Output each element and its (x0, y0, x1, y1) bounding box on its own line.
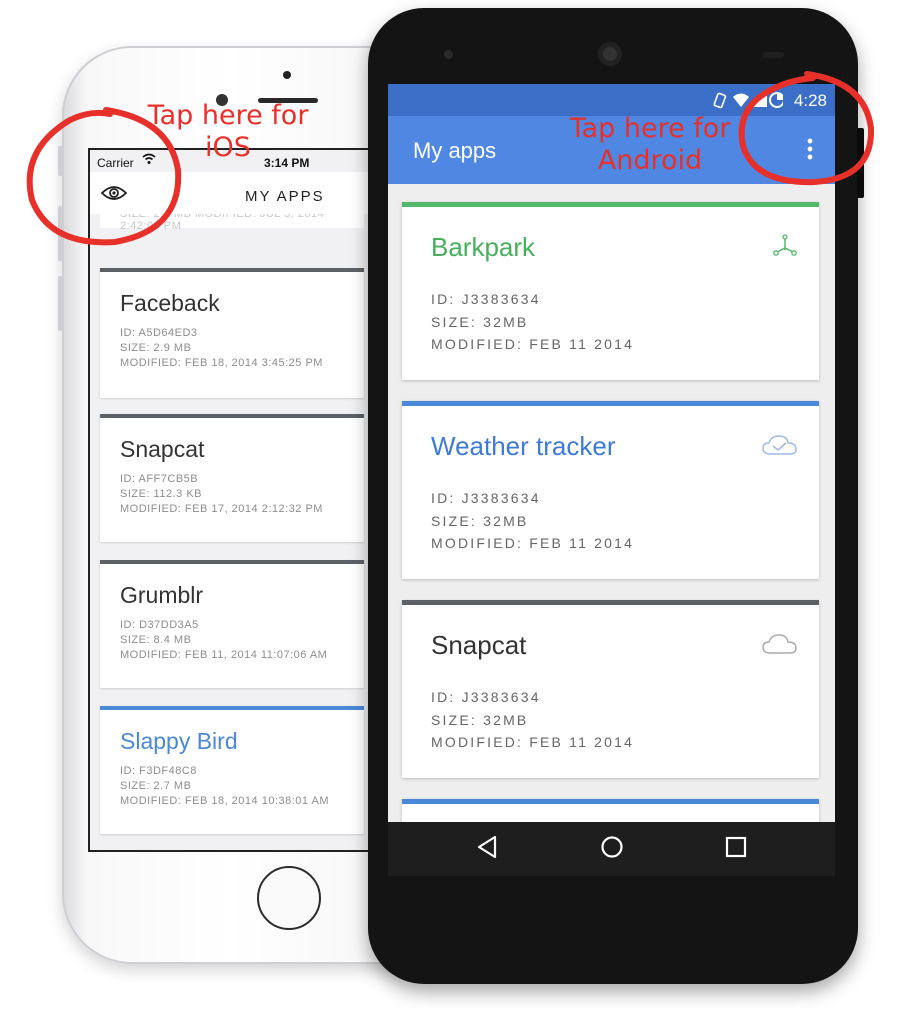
app-id: ID: F3DF48C8 (120, 765, 197, 777)
app-size: SIZE: 2.7 MB (120, 780, 192, 792)
card-accent-bar (100, 268, 364, 272)
page-title: My apps (413, 138, 497, 163)
app-id: ID: J3383634 (431, 689, 541, 705)
app-size: SIZE: 8.4 MB (120, 634, 192, 646)
app-name: Faceback (120, 290, 220, 316)
android-annotation-line1: Tap here for (569, 113, 731, 144)
android-annotation-line2: Android (597, 145, 703, 176)
app-name: Barkpark (431, 232, 536, 262)
app-size: SIZE: 112.3 KB (120, 488, 203, 500)
app-id: ID: D37DD3A5 (120, 619, 199, 631)
back-icon[interactable] (476, 835, 498, 864)
app-modified: MODIFIED: FEB 11, 2014 11:07:06 AM (120, 649, 328, 661)
list-item[interactable]: Faceback ID: A5D64ED3 SIZE: 2.9 MB MODIF… (100, 268, 364, 398)
app-modified: MODIFIED: FEB 17, 2014 2:12:32 PM (120, 503, 323, 515)
list-item[interactable]: Slappy Bird ID: F3DF48C8 SIZE: 2.7 MB MO… (100, 706, 364, 834)
app-modified: MODIFIED: FEB 18, 2014 3:45:25 PM (120, 357, 323, 369)
card-accent-bar (402, 600, 819, 605)
app-modified: MODIFIED: FEB 11 2014 (431, 535, 635, 551)
app-meta: ID: J3383634 SIZE: 32MB MODIFIED: FEB 11… (431, 487, 634, 555)
app-size: SIZE: 2.9 MB (120, 342, 192, 354)
ios-screen: Carrier 3:14 PM SIZE: 2.1 MB MODIFIED: J… (88, 148, 412, 852)
list-item[interactable]: Snapcat ID: AFF7CB5B SIZE: 112.3 KB MODI… (100, 414, 364, 542)
app-name: Slappy Bird (120, 728, 238, 754)
app-meta: ID: AFF7CB5B SIZE: 112.3 KB MODIFIED: FE… (120, 472, 364, 517)
volume-down-button (58, 276, 63, 331)
fork-icon (771, 234, 799, 263)
app-id: ID: J3383634 (431, 291, 541, 307)
app-name: Weather tracker (431, 431, 616, 461)
proximity-sensor (762, 52, 784, 58)
card-accent-bar (402, 202, 819, 207)
card-accent-bar (402, 401, 819, 406)
card-accent-bar (402, 799, 819, 804)
app-meta: ID: D37DD3A5 SIZE: 8.4 MB MODIFIED: FEB … (120, 618, 364, 663)
android-screen: 4:28 My apps Barkpark ID: J3383634 SIZE:… (388, 84, 835, 876)
android-annotation-circle (738, 71, 875, 186)
list-item[interactable]: Snapcat ID: J3383634 SIZE: 32MB MODIFIED… (402, 600, 819, 778)
ios-annotation-label: Tap here for iOS (138, 100, 318, 164)
cloud-check-icon (761, 433, 799, 462)
list-item[interactable]: Grumblr ID: D37DD3A5 SIZE: 8.4 MB MODIFI… (100, 560, 364, 688)
card-accent-bar (100, 706, 364, 710)
home-icon[interactable] (600, 835, 624, 864)
app-size: SIZE: 32MB (431, 313, 529, 330)
page-title: MY APPS (245, 188, 325, 205)
front-camera (444, 50, 453, 59)
app-size: SIZE: 32MB (431, 512, 529, 529)
app-name: Snapcat (120, 436, 205, 462)
list-item[interactable]: Barkpark ID: J3383634 SIZE: 32MB MODIFIE… (402, 202, 819, 380)
android-nav-bar (388, 822, 835, 876)
app-meta: ID: A5D64ED3 SIZE: 2.9 MB MODIFIED: FEB … (120, 326, 364, 371)
list-item[interactable]: Weather tracker ID: J3383634 SIZE: 32MB … (402, 401, 819, 579)
home-button[interactable] (257, 866, 321, 930)
app-meta: ID: F3DF48C8 SIZE: 2.7 MB MODIFIED: FEB … (120, 764, 364, 809)
proximity-sensor (283, 71, 291, 79)
ios-annotation-line2: iOS (205, 132, 251, 163)
card-accent-bar (100, 560, 364, 564)
ios-annotation-line1: Tap here for (147, 100, 309, 131)
earpiece-speaker (598, 42, 622, 66)
app-id: ID: AFF7CB5B (120, 473, 199, 485)
android-annotation-label: Tap here for Android (560, 113, 740, 177)
app-meta: ID: J3383634 SIZE: 32MB MODIFIED: FEB 11… (431, 288, 634, 356)
recents-icon[interactable] (725, 835, 747, 864)
app-modified: MODIFIED: FEB 11 2014 (431, 336, 635, 352)
app-id: ID: J3383634 (431, 490, 541, 506)
app-meta: ID: J3383634 SIZE: 32MB MODIFIED: FEB 11… (431, 686, 634, 754)
cloud-icon (761, 632, 799, 661)
app-modified: MODIFIED: FEB 11 2014 (431, 734, 635, 750)
app-id: ID: A5D64ED3 (120, 327, 198, 339)
app-name: Snapcat (431, 630, 527, 660)
card-accent-bar (100, 414, 364, 418)
app-modified: MODIFIED: FEB 18, 2014 10:38:01 AM (120, 795, 329, 807)
app-size: SIZE: 32MB (431, 711, 529, 728)
vibrate-icon (713, 92, 727, 109)
app-name: Grumblr (120, 582, 204, 608)
